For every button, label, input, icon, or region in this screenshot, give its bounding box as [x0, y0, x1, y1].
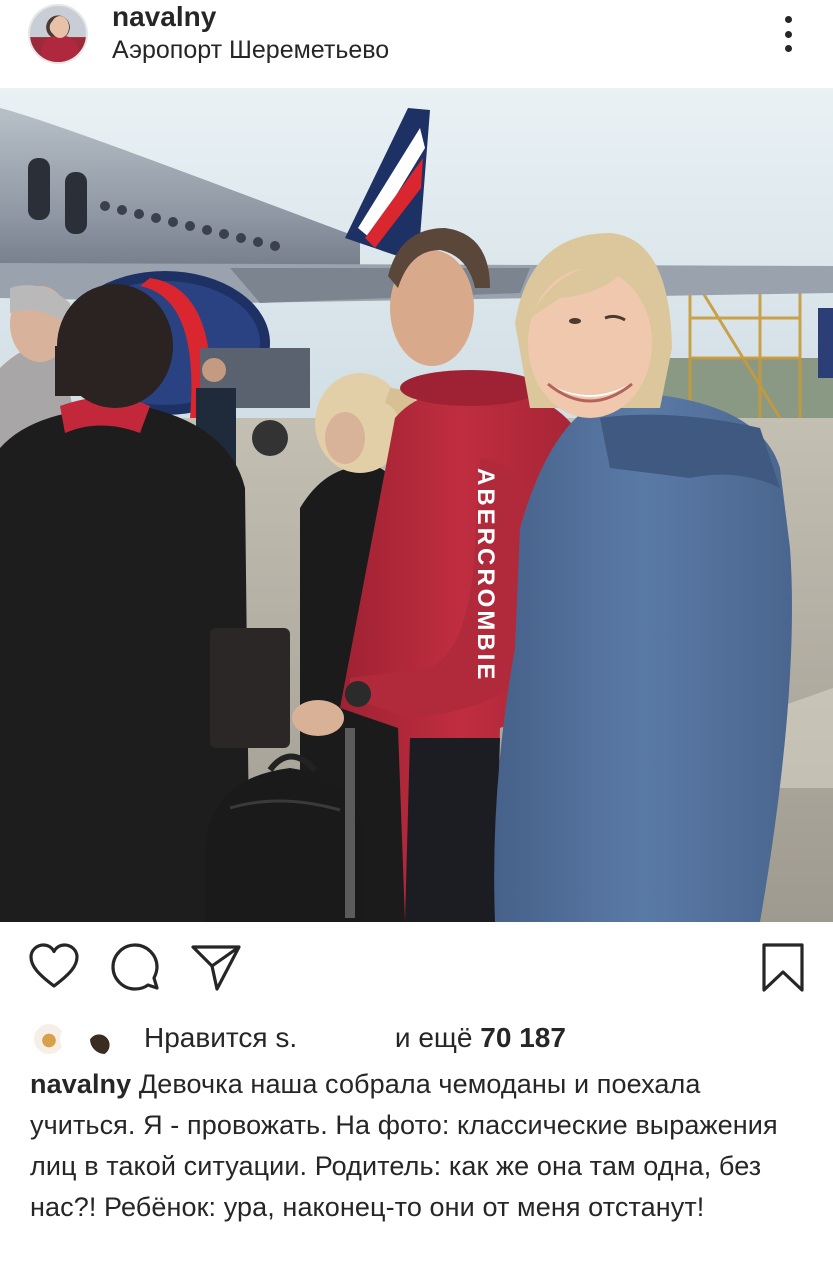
post-header: navalny Аэропорт Шереметьево — [0, 0, 833, 88]
post-actions — [0, 930, 833, 1010]
likes-summary[interactable]: Нравится s. и ещё 70 187 — [30, 1016, 810, 1060]
post-location[interactable]: Аэропорт Шереметьево — [112, 34, 389, 66]
author-avatar[interactable] — [28, 4, 88, 64]
liker-name[interactable]: s. — [275, 1022, 297, 1053]
likes-prefix: Нравится — [144, 1022, 268, 1053]
likes-count[interactable]: 70 187 — [480, 1022, 566, 1053]
author-username[interactable]: navalny — [112, 0, 216, 34]
liker-avatar — [88, 1022, 122, 1056]
photo-illustration: ABERCROMBIE — [0, 88, 833, 922]
post-caption: navalny Девочка наша собрала чемоданы и … — [30, 1064, 810, 1228]
heart-icon[interactable] — [28, 942, 80, 997]
caption-text: Девочка наша собрала чемоданы и поехала … — [30, 1069, 778, 1222]
post-photo[interactable]: ABERCROMBIE — [0, 88, 833, 922]
bookmark-icon[interactable] — [760, 942, 806, 999]
photo-hoodie-text: ABERCROMBIE — [472, 468, 499, 682]
likes-text: Нравится s. и ещё 70 187 — [144, 1018, 566, 1058]
comment-icon[interactable] — [110, 942, 160, 997]
likes-middle: и ещё — [394, 1022, 473, 1053]
liker-avatars — [32, 1022, 128, 1056]
send-icon[interactable] — [190, 942, 242, 997]
more-vertical-icon[interactable] — [776, 12, 800, 56]
caption-author[interactable]: navalny — [30, 1069, 131, 1099]
